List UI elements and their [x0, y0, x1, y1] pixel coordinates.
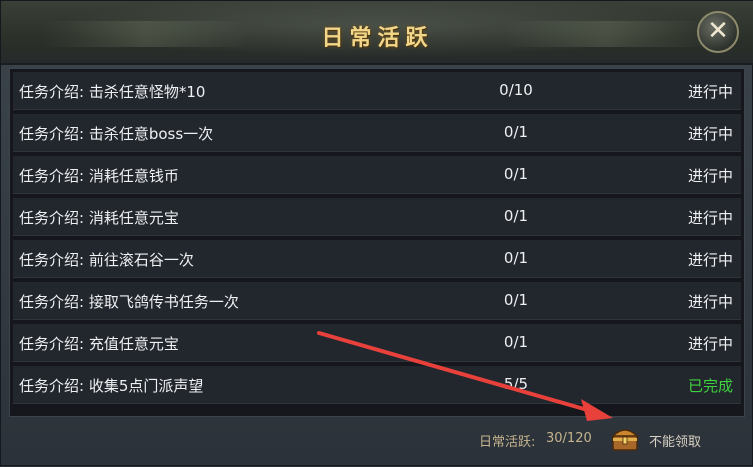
claim-reward-button[interactable]: 不能领取: [649, 431, 701, 450]
task-status: 进行中: [687, 293, 733, 311]
task-row: 任务介绍: 收集5点门派声望 5/5 已完成: [13, 366, 741, 404]
close-icon[interactable]: ✕: [697, 11, 739, 53]
window-title: 日常活跃: [321, 25, 434, 51]
task-progress: 0/10: [499, 81, 533, 99]
task-status: 进行中: [687, 251, 733, 269]
task-status: 进行中: [687, 125, 733, 143]
task-status: 进行中: [687, 335, 733, 353]
task-progress: 0/1: [503, 333, 529, 351]
task-row: 任务介绍: 前往滚石谷一次 0/1 进行中: [13, 240, 741, 278]
task-row: 任务介绍: 击杀任意怪物*10 0/10 进行中: [13, 72, 741, 110]
task-description: 任务介绍: 收集5点门派声望: [19, 377, 204, 395]
task-description: 任务介绍: 击杀任意怪物*10: [19, 83, 206, 101]
task-description: 任务介绍: 击杀任意boss一次: [19, 125, 214, 143]
task-description: 任务介绍: 消耗任意钱币: [19, 167, 179, 185]
treasure-chest-icon[interactable]: [610, 423, 640, 453]
task-row: 任务介绍: 消耗任意元宝 0/1 进行中: [13, 198, 741, 236]
task-progress: 0/1: [503, 249, 529, 267]
task-description: 任务介绍: 充值任意元宝: [19, 335, 179, 353]
task-row: 任务介绍: 消耗任意钱币 0/1 进行中: [13, 156, 741, 194]
task-status: 进行中: [687, 167, 733, 185]
task-status: 进行中: [687, 209, 733, 227]
task-row: 任务介绍: 击杀任意boss一次 0/1 进行中: [13, 114, 741, 152]
daily-activity-window: 日常活跃 ✕ 任务介绍: 击杀任意怪物*10 0/10 进行中 任务介绍: 击杀…: [0, 0, 753, 466]
task-progress: 0/1: [503, 123, 529, 141]
task-progress: 0/1: [503, 207, 529, 225]
task-progress: 0/1: [503, 291, 529, 309]
activity-points-value: 30/120: [546, 431, 592, 446]
task-list: 任务介绍: 击杀任意怪物*10 0/10 进行中 任务介绍: 击杀任意boss一…: [9, 68, 745, 417]
task-progress: 5/5: [503, 375, 529, 393]
task-status: 已完成: [687, 377, 733, 395]
activity-points-label: 日常活跃:: [479, 435, 536, 450]
task-description: 任务介绍: 前往滚石谷一次: [19, 251, 194, 269]
task-row: 任务介绍: 充值任意元宝 0/1 进行中: [13, 324, 741, 362]
task-description: 任务介绍: 接取飞鸽传书任务一次: [19, 293, 239, 311]
task-row: 任务介绍: 接取飞鸽传书任务一次 0/1 进行中: [13, 282, 741, 320]
task-status: 进行中: [687, 83, 733, 101]
task-description: 任务介绍: 消耗任意元宝: [19, 209, 179, 227]
title-bar: 日常活跃 ✕: [1, 1, 753, 65]
task-progress: 0/1: [503, 165, 529, 183]
